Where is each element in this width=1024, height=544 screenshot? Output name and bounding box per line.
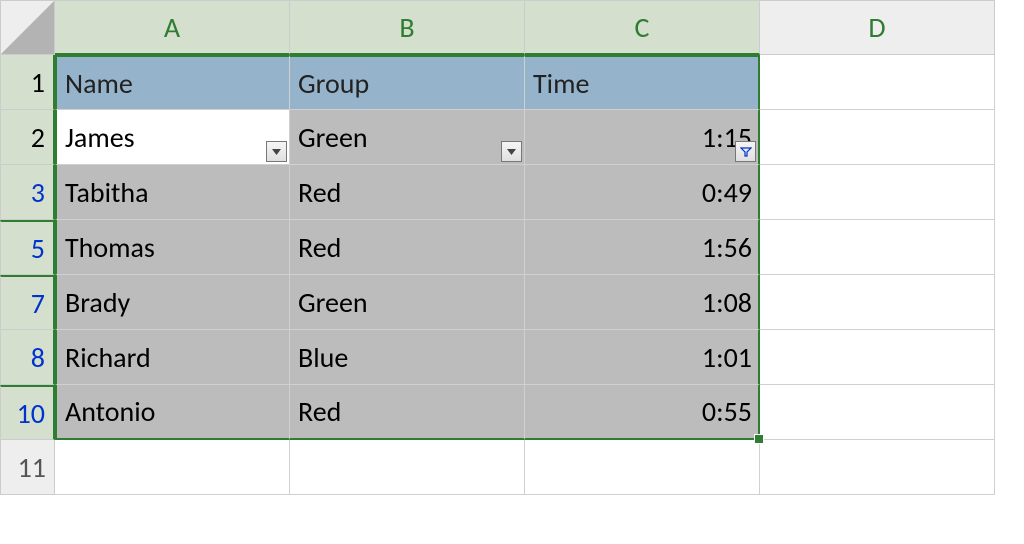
cell-D7[interactable] (760, 275, 995, 330)
row-header-11[interactable]: 11 (0, 440, 55, 495)
cell-D8[interactable] (760, 330, 995, 385)
row-header-8[interactable]: 8 (0, 330, 55, 385)
cell-D3[interactable] (760, 165, 995, 220)
select-all-corner[interactable] (0, 0, 55, 55)
cell-C7[interactable]: 1:08 (525, 275, 760, 330)
col-header-A[interactable]: A (55, 0, 290, 55)
cell-B3[interactable]: Red (290, 165, 525, 220)
row-header-10[interactable]: 10 (0, 385, 55, 440)
cell-A11[interactable] (55, 440, 290, 495)
cell-B2[interactable]: Green (290, 110, 525, 165)
row-header-2[interactable]: 2 (0, 110, 55, 165)
cell-C5[interactable]: 1:56 (525, 220, 760, 275)
cell-C8[interactable]: 1:01 (525, 330, 760, 385)
cell-A7[interactable]: Brady (55, 275, 290, 330)
cell-C2[interactable]: 1:15 (525, 110, 760, 165)
cell-D10[interactable] (760, 385, 995, 440)
cell-A2[interactable]: James (55, 110, 290, 165)
cell-B1[interactable]: Group (290, 55, 525, 110)
cell-D5[interactable] (760, 220, 995, 275)
cell-A3[interactable]: Tabitha (55, 165, 290, 220)
cell-value: James (65, 120, 135, 155)
row-header-7[interactable]: 7 (0, 275, 55, 330)
filter-button-C-active[interactable] (735, 141, 756, 162)
cell-B8[interactable]: Blue (290, 330, 525, 385)
row-header-1[interactable]: 1 (0, 55, 55, 110)
cell-A5[interactable]: Thomas (55, 220, 290, 275)
cell-A8[interactable]: Richard (55, 330, 290, 385)
cell-B10[interactable]: Red (290, 385, 525, 440)
cell-D1[interactable] (760, 55, 995, 110)
spreadsheet-grid: A B C D 1 Name Group Time 2 James Green … (0, 0, 1024, 495)
filter-button-B[interactable] (501, 141, 522, 162)
cell-C3[interactable]: 0:49 (525, 165, 760, 220)
cell-C11[interactable] (525, 440, 760, 495)
col-header-D[interactable]: D (760, 0, 995, 55)
cell-A1[interactable]: Name (55, 55, 290, 110)
cell-C10[interactable]: 0:55 (525, 385, 760, 440)
cell-B7[interactable]: Green (290, 275, 525, 330)
row-header-5[interactable]: 5 (0, 220, 55, 275)
row-header-3[interactable]: 3 (0, 165, 55, 220)
cell-D11[interactable] (760, 440, 995, 495)
cell-A10[interactable]: Antonio (55, 385, 290, 440)
filter-button-A[interactable] (266, 141, 287, 162)
col-header-C[interactable]: C (525, 0, 760, 55)
col-header-B[interactable]: B (290, 0, 525, 55)
cell-D2[interactable] (760, 110, 995, 165)
cell-B11[interactable] (290, 440, 525, 495)
cell-value: Green (298, 120, 368, 155)
cell-B5[interactable]: Red (290, 220, 525, 275)
cell-C1[interactable]: Time (525, 55, 760, 110)
